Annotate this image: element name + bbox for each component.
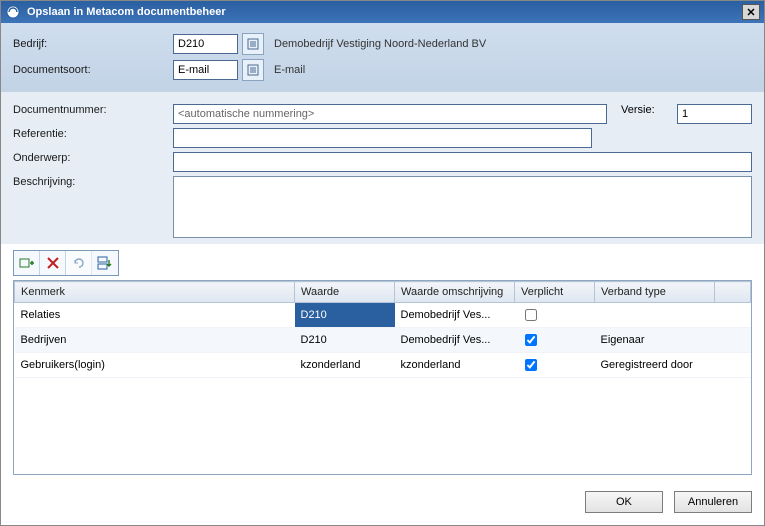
cell-verplicht[interactable] — [515, 353, 595, 378]
versie-label: Versie: — [607, 104, 677, 116]
delete-row-button[interactable] — [40, 251, 66, 275]
list-icon — [247, 38, 259, 50]
versie-input[interactable] — [677, 104, 752, 124]
docsoort-lookup-button[interactable] — [242, 59, 264, 81]
col-kenmerk[interactable]: Kenmerk — [15, 282, 295, 303]
top-panel: Bedrijf: Demobedrijf Vestiging Noord-Ned… — [1, 23, 764, 91]
verplicht-checkbox[interactable] — [525, 334, 537, 346]
cell-waarde[interactable]: kzonderland — [295, 353, 395, 378]
beschrijving-input[interactable] — [173, 176, 752, 238]
bedrijf-description: Demobedrijf Vestiging Noord-Nederland BV — [274, 38, 486, 50]
docnr-input[interactable] — [173, 104, 607, 124]
docsoort-description: E-mail — [274, 64, 305, 76]
docnr-label: Documentnummer: — [13, 104, 173, 116]
delete-icon — [46, 256, 60, 270]
verplicht-checkbox[interactable] — [525, 359, 537, 371]
cell-verband[interactable]: Geregistreerd door — [595, 353, 715, 378]
ok-button[interactable]: OK — [585, 491, 663, 513]
cell-omschrijving[interactable]: kzonderland — [395, 353, 515, 378]
cell-kenmerk[interactable]: Relaties — [15, 303, 295, 328]
app-icon — [5, 4, 21, 20]
dialog-buttons: OK Annuleren — [1, 481, 764, 525]
mid-panel: Documentnummer: Versie: Referentie: Onde… — [1, 91, 764, 244]
verplicht-checkbox[interactable] — [525, 309, 537, 321]
cell-verplicht[interactable] — [515, 328, 595, 353]
col-waarde[interactable]: Waarde — [295, 282, 395, 303]
referentie-input[interactable] — [173, 128, 592, 148]
col-verband[interactable]: Verband type — [595, 282, 715, 303]
referentie-label: Referentie: — [13, 128, 173, 140]
insert-icon — [97, 256, 113, 270]
add-icon — [19, 256, 35, 270]
onderwerp-input[interactable] — [173, 152, 752, 172]
table-row[interactable]: BedrijvenD210Demobedrijf Ves... Eigenaar — [15, 328, 751, 353]
col-omschrijving[interactable]: Waarde omschrijving — [395, 282, 515, 303]
add-row-button[interactable] — [14, 251, 40, 275]
cell-kenmerk[interactable]: Gebruikers(login) — [15, 353, 295, 378]
refresh-icon — [72, 256, 86, 270]
cell-omschrijving[interactable]: Demobedrijf Ves... — [395, 303, 515, 328]
bedrijf-label: Bedrijf: — [13, 38, 173, 50]
cell-verband[interactable]: Eigenaar — [595, 328, 715, 353]
insert-row-button[interactable] — [92, 251, 118, 275]
cell-verband[interactable] — [595, 303, 715, 328]
refresh-button[interactable] — [66, 251, 92, 275]
onderwerp-label: Onderwerp: — [13, 152, 173, 164]
cell-kenmerk[interactable]: Bedrijven — [15, 328, 295, 353]
bedrijf-input[interactable] — [173, 34, 238, 54]
table-row[interactable]: Gebruikers(login)kzonderlandkzonderlandG… — [15, 353, 751, 378]
cell-verplicht[interactable] — [515, 303, 595, 328]
window-title: Opslaan in Metacom documentbeheer — [27, 6, 226, 18]
docsoort-label: Documentsoort: — [13, 64, 173, 76]
table-row[interactable]: RelatiesD210Demobedrijf Ves... — [15, 303, 751, 328]
close-button[interactable]: ✕ — [742, 4, 760, 20]
titlebar: Opslaan in Metacom documentbeheer ✕ — [1, 1, 764, 23]
docsoort-input[interactable] — [173, 60, 238, 80]
properties-grid: Kenmerk Waarde Waarde omschrijving Verpl… — [13, 280, 752, 475]
dialog-window: Opslaan in Metacom documentbeheer ✕ Bedr… — [0, 0, 765, 526]
col-spacer — [715, 282, 751, 303]
list-icon — [247, 64, 259, 76]
bedrijf-lookup-button[interactable] — [242, 33, 264, 55]
cell-waarde[interactable]: D210 — [295, 328, 395, 353]
grid-toolbar — [1, 244, 764, 280]
col-verplicht[interactable]: Verplicht — [515, 282, 595, 303]
cancel-button[interactable]: Annuleren — [674, 491, 752, 513]
cell-waarde[interactable]: D210 — [295, 303, 395, 328]
cell-omschrijving[interactable]: Demobedrijf Ves... — [395, 328, 515, 353]
beschrijving-label: Beschrijving: — [13, 176, 173, 188]
